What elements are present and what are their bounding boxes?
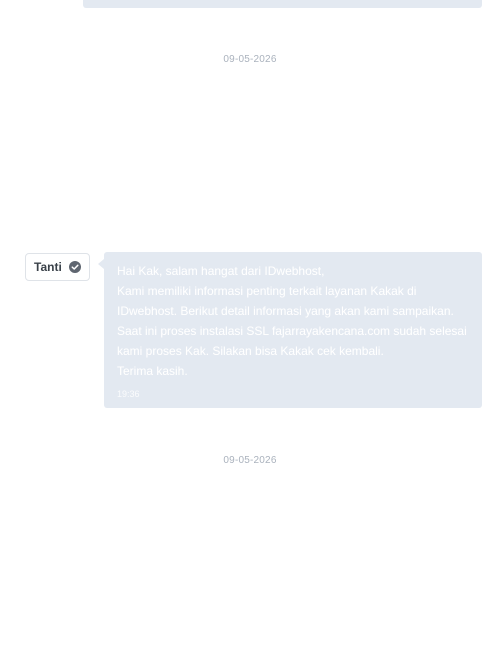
message-line: Terima kasih.: [117, 364, 188, 378]
message-timestamp: 19:36: [117, 389, 140, 399]
message-line: Hai Kak, salam hangat dari IDwebhost,: [117, 264, 325, 278]
date-separator: 09-05-2026: [223, 455, 277, 466]
message-line: kami proses Kak. Silakan bisa Kakak cek …: [117, 344, 384, 358]
previous-message-bubble: [83, 0, 482, 8]
message-line: Kami memiliki informasi penting terkait …: [117, 284, 417, 298]
chat-thread: 09-05-2026 Tanti Hai Kak, salam hangat d…: [0, 0, 500, 659]
message-bubble: Hai Kak, salam hangat dari IDwebhost, Ka…: [98, 252, 482, 408]
date-separator: 09-05-2026: [223, 54, 277, 65]
verified-check-icon: [68, 261, 81, 273]
sender-name: Tanti: [34, 260, 62, 274]
sender-tag[interactable]: Tanti: [25, 253, 90, 281]
message-line: IDwebhost. Berikut detail informasi yang…: [117, 304, 454, 318]
message-line: Saat ini proses instalasi SSL fajarrayak…: [117, 324, 467, 338]
